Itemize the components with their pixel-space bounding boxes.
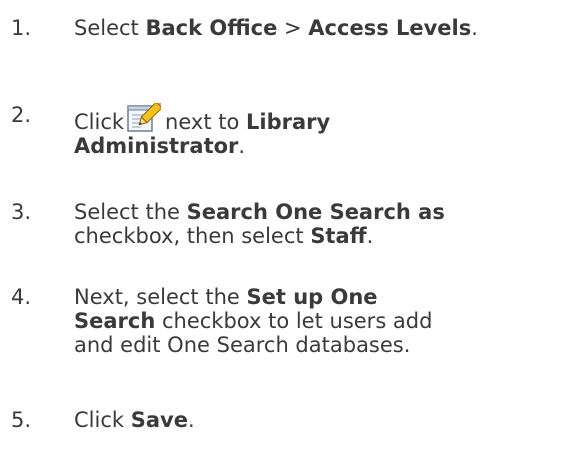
role-library-administrator: Library xyxy=(246,110,331,134)
step-number: 5. xyxy=(11,408,32,432)
step-number: 2. xyxy=(11,103,32,127)
instructions-page: { "steps": [ { "number": "1.", "prefix":… xyxy=(0,0,587,458)
menu-access-levels: Access Levels xyxy=(308,16,472,40)
step-text: Click next to Library Administrator. xyxy=(74,103,584,158)
step-text: Click Save. xyxy=(74,408,195,432)
step-number: 3. xyxy=(11,200,32,224)
step-number: 1. xyxy=(11,16,32,40)
save-button-label: Save xyxy=(130,408,188,432)
step-text: Select Back Office > Access Levels. xyxy=(74,16,478,40)
step-text: Select the Search One Search as checkbox… xyxy=(74,200,445,248)
checkbox-set-up-one-search: Set up One xyxy=(246,285,378,309)
option-staff: Staff xyxy=(310,224,367,248)
menu-back-office: Back Office xyxy=(145,16,278,40)
edit-pencil-icon xyxy=(127,103,162,133)
step-text: Next, select the Set up One Search check… xyxy=(74,285,433,357)
step-number: 4. xyxy=(11,285,32,309)
checkbox-search-one-search-as: Search One Search as xyxy=(186,200,445,224)
